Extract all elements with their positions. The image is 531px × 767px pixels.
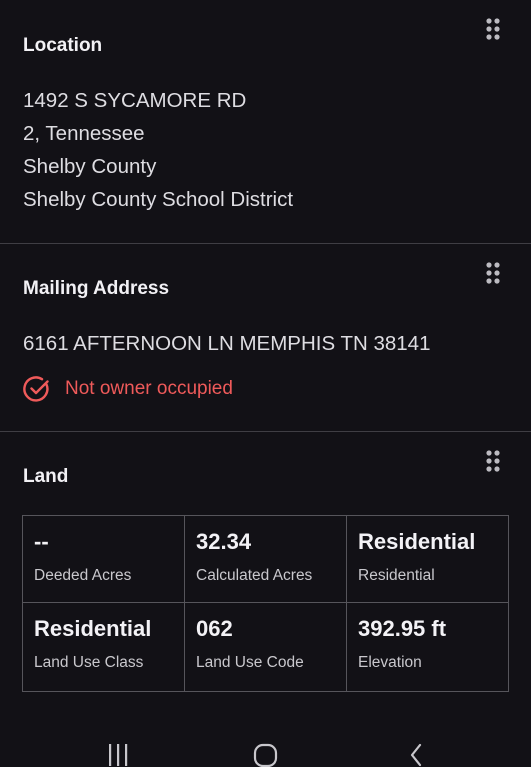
home-icon[interactable] [246, 742, 286, 767]
mailing-address-section: Mailing Address 6161 AFTERNOON LN MEMPHI… [0, 244, 531, 432]
land-cell-label: Land Use Class [34, 654, 144, 671]
land-cell-label: Residential [358, 567, 435, 584]
land-cell-label: Elevation [358, 654, 422, 671]
system-navigation-bar [0, 732, 531, 767]
land-cell-value: 32.34 [196, 529, 252, 554]
drag-handle-icon[interactable] [486, 18, 500, 40]
land-cell-land-use-code: 062 Land Use Code [185, 603, 347, 691]
owner-occupied-status: Not owner occupied [23, 375, 233, 403]
land-cell-label: Land Use Code [196, 654, 304, 671]
land-cell-value: 392.95 ft [358, 616, 447, 641]
mailing-address-value: 6161 AFTERNOON LN MEMPHIS TN 38141 [23, 332, 431, 355]
location-city-state: 2, Tennessee [23, 122, 145, 145]
location-title: Location [23, 35, 103, 56]
recent-apps-icon[interactable] [98, 742, 138, 767]
circle-check-icon [23, 376, 49, 402]
location-section: Location 1492 S SYCAMORE RD 2, Tennessee… [0, 0, 531, 244]
land-cell-residential: Residential Residential [347, 516, 508, 603]
land-cell-value: Residential [34, 616, 152, 641]
land-cell-deeded-acres: -- Deeded Acres [23, 516, 185, 603]
land-cell-elevation: 392.95 ft Elevation [347, 603, 508, 691]
drag-handle-icon[interactable] [486, 262, 500, 284]
location-county: Shelby County [23, 155, 157, 178]
land-details-grid: -- Deeded Acres 32.34 Calculated Acres R… [22, 515, 509, 692]
land-cell-calculated-acres: 32.34 Calculated Acres [185, 516, 347, 603]
land-cell-value: -- [34, 529, 49, 554]
owner-occupied-status-text: Not owner occupied [65, 378, 233, 399]
land-cell-label: Deeded Acres [34, 567, 132, 584]
land-title: Land [23, 466, 69, 487]
land-cell-value: 062 [196, 616, 233, 641]
mailing-address-title: Mailing Address [23, 278, 170, 299]
location-school-district: Shelby County School District [23, 188, 294, 211]
back-icon[interactable] [396, 742, 436, 767]
land-cell-land-use-class: Residential Land Use Class [23, 603, 185, 691]
drag-handle-icon[interactable] [486, 450, 500, 472]
location-street: 1492 S SYCAMORE RD [23, 89, 247, 112]
land-cell-value: Residential [358, 529, 476, 554]
land-cell-label: Calculated Acres [196, 567, 313, 584]
